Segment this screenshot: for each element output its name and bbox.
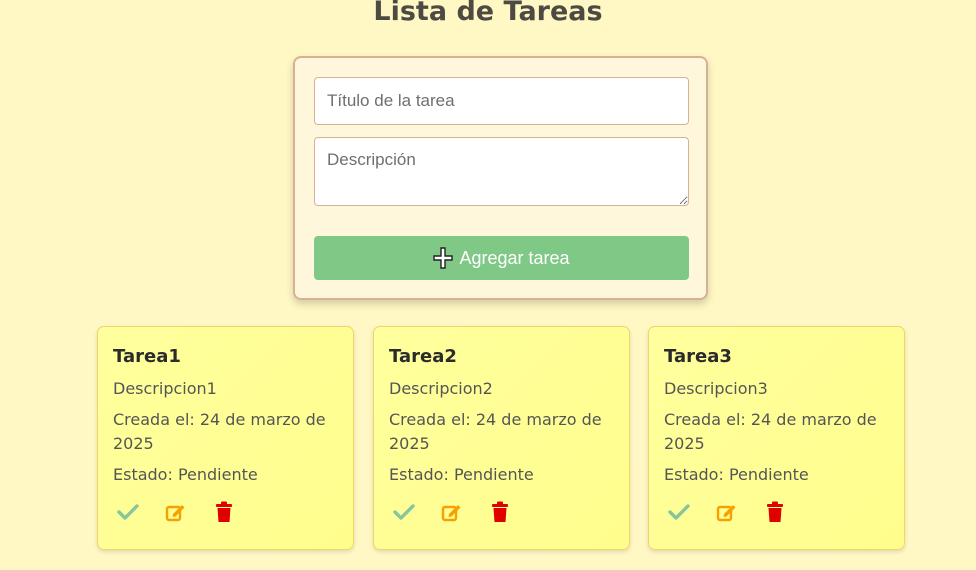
edit-task-button[interactable] — [161, 497, 191, 527]
page-title: Lista de Tareas — [373, 0, 603, 27]
task-description: Descripcion2 — [389, 379, 493, 398]
task-created-date: Creada el: 24 de marzo de 2025 — [113, 410, 326, 453]
delete-task-button[interactable] — [485, 497, 515, 527]
check-icon — [117, 504, 139, 520]
task-actions — [664, 497, 790, 527]
task-title: Tarea1 — [113, 346, 181, 367]
edit-icon — [165, 505, 185, 522]
complete-task-button[interactable] — [113, 497, 143, 527]
edit-icon — [716, 505, 736, 522]
task-description-input[interactable] — [314, 137, 689, 206]
task-title: Tarea2 — [389, 346, 457, 367]
delete-task-button[interactable] — [209, 497, 239, 527]
task-status: Estado: Pendiente — [664, 465, 809, 484]
task-card: Tarea2 Descripcion2 Creada el: 24 de mar… — [373, 326, 630, 550]
task-form: Agregar tarea — [293, 56, 708, 300]
check-icon — [393, 504, 415, 520]
complete-task-button[interactable] — [389, 497, 419, 527]
edit-icon — [441, 505, 461, 522]
task-description: Descripcion3 — [664, 379, 768, 398]
task-card: Tarea1 Descripcion1 Creada el: 24 de mar… — [97, 326, 354, 550]
task-title-input[interactable] — [314, 77, 689, 125]
task-title: Tarea3 — [664, 346, 732, 367]
task-created-date: Creada el: 24 de marzo de 2025 — [389, 410, 602, 453]
trash-icon — [216, 501, 232, 522]
delete-task-button[interactable] — [760, 497, 790, 527]
edit-task-button[interactable] — [712, 497, 742, 527]
plus-icon — [433, 247, 454, 269]
add-task-button-label: Agregar tarea — [459, 247, 570, 268]
task-status: Estado: Pendiente — [113, 465, 258, 484]
complete-task-button[interactable] — [664, 497, 694, 527]
check-icon — [668, 504, 690, 520]
trash-icon — [492, 501, 508, 522]
task-actions — [113, 497, 239, 527]
task-created-date: Creada el: 24 de marzo de 2025 — [664, 410, 877, 453]
task-description: Descripcion1 — [113, 379, 217, 398]
trash-icon — [767, 501, 783, 522]
task-status: Estado: Pendiente — [389, 465, 534, 484]
task-card: Tarea3 Descripcion3 Creada el: 24 de mar… — [648, 326, 905, 550]
add-task-button[interactable]: Agregar tarea — [314, 236, 689, 280]
task-actions — [389, 497, 515, 527]
edit-task-button[interactable] — [437, 497, 467, 527]
